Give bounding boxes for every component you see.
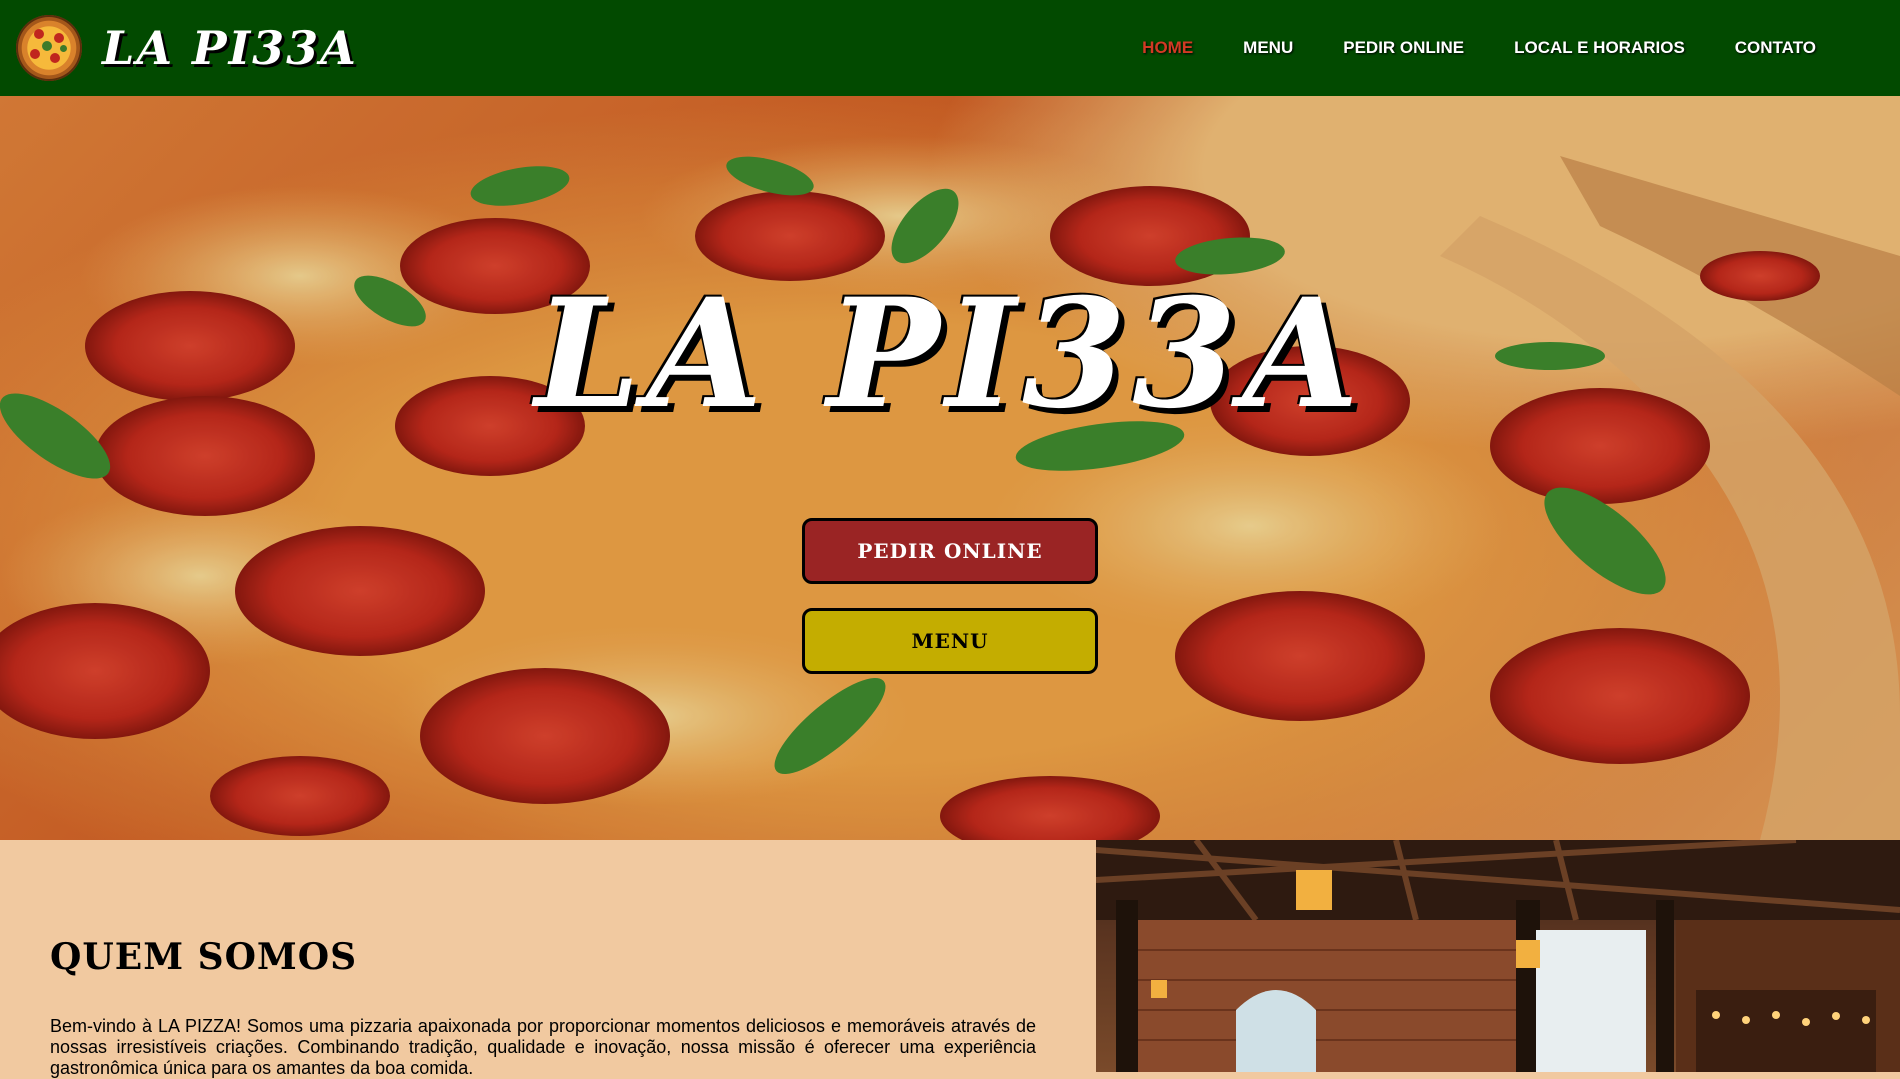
hero-title: LA PI33A [534, 266, 1366, 442]
restaurant-interior-photo [1096, 840, 1900, 1072]
about-section: QUEM SOMOS Bem-vindo à LA PIZZA! Somos u… [0, 840, 1096, 1078]
brand-name: LA PI33A [102, 21, 358, 75]
nav-link-order-online[interactable]: PEDIR ONLINE [1343, 38, 1464, 58]
about-text: Bem-vindo à LA PIZZA! Somos uma pizzaria… [50, 1016, 1036, 1078]
nav-link-contact[interactable]: CONTATO [1735, 38, 1816, 58]
hero-section: LA PI33A PEDIR ONLINE MENU [0, 96, 1900, 840]
pizza-photo [0, 96, 1900, 840]
brand-logo-link[interactable]: LA PI33A [16, 15, 358, 81]
menu-button[interactable]: MENU [802, 608, 1098, 674]
order-online-button[interactable]: PEDIR ONLINE [802, 518, 1098, 584]
main-nav: HOME MENU PEDIR ONLINE LOCAL E HORARIOS … [1092, 0, 1816, 96]
pizza-logo-icon [16, 15, 82, 81]
nav-link-location-hours[interactable]: LOCAL E HORARIOS [1514, 38, 1685, 58]
nav-link-menu[interactable]: MENU [1243, 38, 1293, 58]
about-title: QUEM SOMOS [50, 936, 358, 978]
top-navbar: LA PI33A HOME MENU PEDIR ONLINE LOCAL E … [0, 0, 1900, 96]
nav-link-home[interactable]: HOME [1142, 38, 1193, 58]
